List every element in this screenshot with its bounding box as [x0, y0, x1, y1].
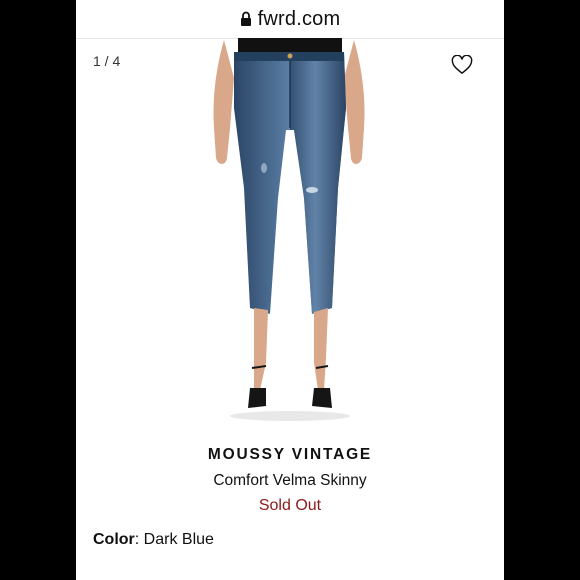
color-row: Color: Dark Blue: [93, 531, 214, 549]
brand-name[interactable]: MOUSSY VINTAGE: [76, 446, 504, 464]
button: [287, 53, 293, 59]
distress-mark: [306, 187, 318, 193]
browser-screen: fwrd.com 1 / 4 MOUSSY VINTAGE Comfort Ve…: [76, 0, 504, 580]
floor-shadow: [230, 411, 350, 421]
jeans-right-leg: [290, 52, 346, 314]
color-separator: :: [134, 531, 144, 548]
right-arm: [344, 40, 365, 164]
heart-outline-icon[interactable]: [451, 55, 473, 75]
black-top: [238, 38, 342, 52]
color-label: Color: [93, 531, 135, 548]
left-arm: [213, 40, 234, 164]
right-shoe: [312, 388, 332, 408]
product-image[interactable]: [194, 38, 384, 424]
phone-frame: fwrd.com 1 / 4 MOUSSY VINTAGE Comfort Ve…: [0, 0, 580, 580]
right-shin: [314, 308, 328, 390]
address-bar[interactable]: fwrd.com: [76, 0, 504, 39]
product-name: Comfort Velma Skinny: [213, 472, 367, 489]
left-shoe: [248, 388, 266, 408]
lock-icon: [240, 11, 251, 26]
left-shin: [254, 308, 268, 390]
url-text: fwrd.com: [257, 7, 341, 30]
color-value: Dark Blue: [143, 531, 214, 548]
distress-mark: [261, 163, 267, 173]
stock-status: Sold Out: [258, 497, 322, 514]
image-counter: 1 / 4: [93, 53, 121, 69]
